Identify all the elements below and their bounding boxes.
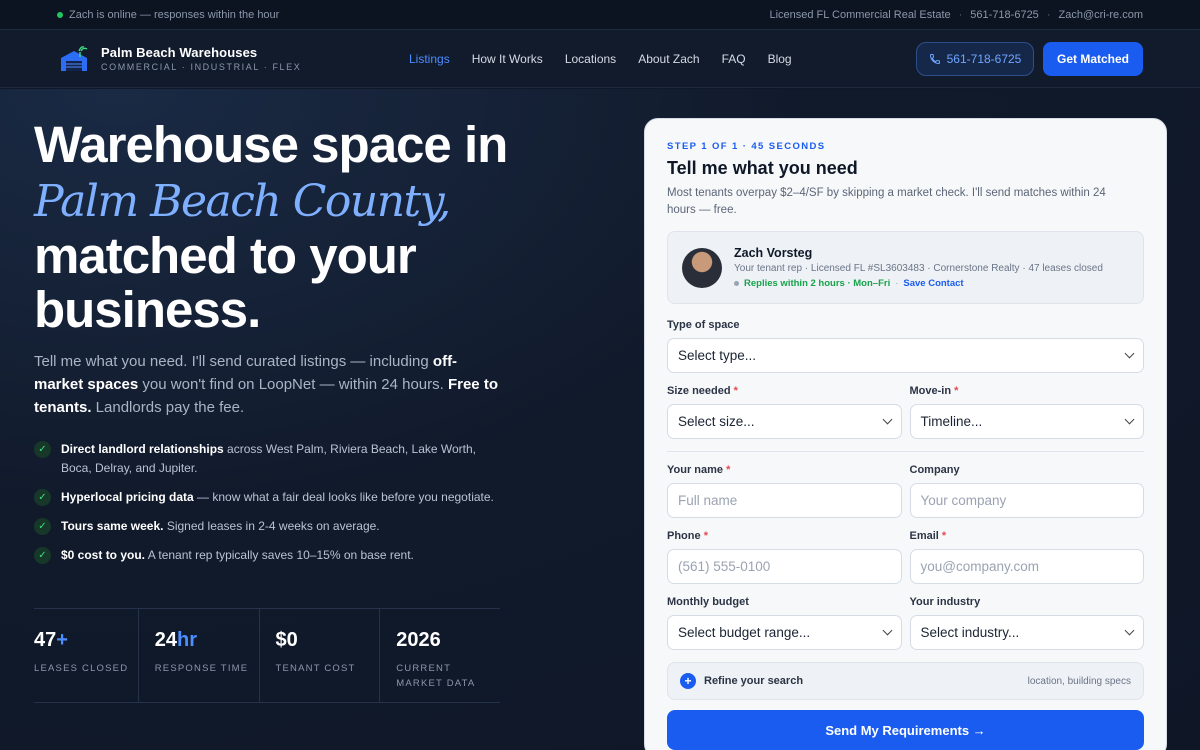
movein-select[interactable]: Timeline... bbox=[909, 404, 1144, 439]
headline-line-1: Warehouse space in bbox=[34, 116, 508, 173]
topbar-phone-link[interactable]: 561-718-6725 bbox=[970, 9, 1039, 21]
benefit-item: ✓ Tours same week. Signed leases in 2-4 … bbox=[34, 517, 504, 536]
type-select[interactable]: Select type... bbox=[667, 338, 1144, 373]
benefits-list: ✓ Direct landlord relationships across W… bbox=[34, 440, 504, 575]
online-status: Zach is online — responses within the ho… bbox=[57, 9, 279, 21]
name-field[interactable]: Full name bbox=[667, 483, 902, 518]
phone-field[interactable]: (561) 555-0100 bbox=[667, 549, 902, 584]
warehouse-logo-icon bbox=[61, 45, 88, 71]
email-label: Email bbox=[909, 530, 939, 542]
chevron-down-icon bbox=[882, 625, 892, 636]
divider bbox=[667, 451, 1144, 452]
get-matched-button[interactable]: Get Matched bbox=[1043, 41, 1143, 76]
form-subtitle: Most tenants overpay $2–4/SF by skipping… bbox=[667, 187, 1106, 216]
save-contact-link[interactable]: Save Contact bbox=[903, 278, 963, 289]
benefit-item: ✓ Direct landlord relationships across W… bbox=[34, 440, 504, 478]
size-label: Size needed bbox=[667, 385, 731, 397]
industry-label: Your industry bbox=[909, 596, 981, 608]
budget-select[interactable]: Select budget range... bbox=[667, 615, 902, 650]
stat-response-time: 24hr RESPONSE TIME bbox=[139, 609, 260, 702]
refine-hint: location, building specs bbox=[1027, 675, 1131, 687]
headline-location: Palm Beach County, bbox=[34, 176, 451, 227]
form-step-label: STEP 1 OF 1 · 45 SECONDS bbox=[667, 141, 826, 152]
rep-replies: Replies within 2 hours · Mon–Fri bbox=[744, 278, 891, 289]
refine-label: Refine your search bbox=[704, 675, 804, 687]
status-dot-icon bbox=[734, 281, 739, 286]
send-requirements-button[interactable]: Send My Requirements → bbox=[667, 710, 1144, 750]
size-select[interactable]: Select size... bbox=[667, 404, 902, 439]
requirements-form-card: STEP 1 OF 1 · 45 SECONDS Tell me what yo… bbox=[644, 118, 1167, 750]
online-status-text: Zach is online — responses within the ho… bbox=[69, 8, 280, 21]
company-label: Company bbox=[909, 464, 960, 476]
rep-card: Zach Vorsteg Your tenant rep · Licensed … bbox=[667, 231, 1144, 304]
call-button[interactable]: 561-718-6725 bbox=[916, 41, 1034, 76]
phone-label: Phone bbox=[667, 530, 701, 542]
industry-select[interactable]: Select industry... bbox=[909, 615, 1144, 650]
plus-icon: + bbox=[680, 673, 696, 689]
phone-icon bbox=[929, 53, 940, 64]
avatar bbox=[682, 247, 722, 288]
nav-actions: 561-718-6725 Get Matched bbox=[916, 41, 1143, 76]
refine-search-toggle[interactable]: + Refine your search location, building … bbox=[667, 662, 1144, 700]
main-nav: Palm Beach Warehouses COMMERCIAL · INDUS… bbox=[0, 30, 1200, 88]
nav-menu: Listings How It Works Locations About Za… bbox=[409, 52, 792, 66]
stats-row: 47+ LEASES CLOSED 24hr RESPONSE TIME $0 … bbox=[34, 608, 500, 703]
nav-item-locations[interactable]: Locations bbox=[565, 52, 616, 66]
top-bar: Zach is online — responses within the ho… bbox=[0, 0, 1200, 30]
license-text: Licensed FL Commercial Real Estate bbox=[769, 8, 951, 21]
brand-name: Palm Beach Warehouses bbox=[101, 45, 258, 60]
contact-strip: Licensed FL Commercial Real Estate · 561… bbox=[769, 8, 1143, 21]
chevron-down-icon bbox=[1124, 625, 1135, 636]
rep-name: Zach Vorsteg bbox=[734, 246, 813, 260]
form-title: Tell me what you need bbox=[667, 158, 858, 178]
nav-item-blog[interactable]: Blog bbox=[768, 52, 792, 66]
benefit-item: ✓ Hyperlocal pricing data — know what a … bbox=[34, 488, 504, 507]
nav-item-about-zach[interactable]: About Zach bbox=[638, 52, 699, 66]
stat-market-data: 2026 CURRENT MARKET DATA bbox=[396, 629, 476, 689]
email-field[interactable]: you@company.com bbox=[909, 549, 1144, 584]
brand-logo[interactable]: Palm Beach Warehouses COMMERCIAL · INDUS… bbox=[57, 44, 357, 74]
chevron-down-icon bbox=[1124, 348, 1135, 359]
nav-item-how-it-works[interactable]: How It Works bbox=[472, 52, 543, 66]
benefit-item: ✓ $0 cost to you. A tenant rep typically… bbox=[34, 546, 504, 565]
hero-headline: Warehouse space in Palm Beach County, ma… bbox=[34, 118, 594, 337]
brand-tagline: COMMERCIAL · INDUSTRIAL · FLEX bbox=[101, 62, 302, 72]
movein-label: Move-in bbox=[909, 385, 952, 397]
check-icon: ✓ bbox=[34, 441, 51, 458]
nav-item-faq[interactable]: FAQ bbox=[722, 52, 746, 66]
chevron-down-icon bbox=[882, 414, 892, 425]
rep-details: Your tenant rep · Licensed FL #SL3603483… bbox=[734, 263, 1103, 274]
stat-tenant-cost: $0 TENANT COST bbox=[260, 609, 381, 702]
stat-leases-closed: 47+ LEASES CLOSED bbox=[34, 609, 139, 702]
company-field[interactable]: Your company bbox=[909, 483, 1144, 518]
call-button-label: 561-718-6725 bbox=[946, 51, 1022, 66]
check-icon: ✓ bbox=[34, 518, 51, 535]
check-icon: ✓ bbox=[34, 547, 51, 564]
headline-line-4: business. bbox=[34, 281, 261, 338]
name-label: Your name bbox=[667, 464, 724, 476]
check-icon: ✓ bbox=[34, 489, 51, 506]
type-label: Type of space bbox=[667, 319, 740, 331]
nav-item-listings[interactable]: Listings bbox=[409, 52, 450, 66]
budget-label: Monthly budget bbox=[667, 596, 749, 608]
hero-lead: Tell me what you need. I'll send curated… bbox=[34, 353, 498, 416]
topbar-email-link[interactable]: Zach@cri-re.com bbox=[1058, 9, 1143, 21]
chevron-down-icon bbox=[1124, 414, 1135, 425]
online-dot-icon bbox=[57, 11, 63, 18]
headline-line-3: matched to your bbox=[34, 227, 417, 284]
